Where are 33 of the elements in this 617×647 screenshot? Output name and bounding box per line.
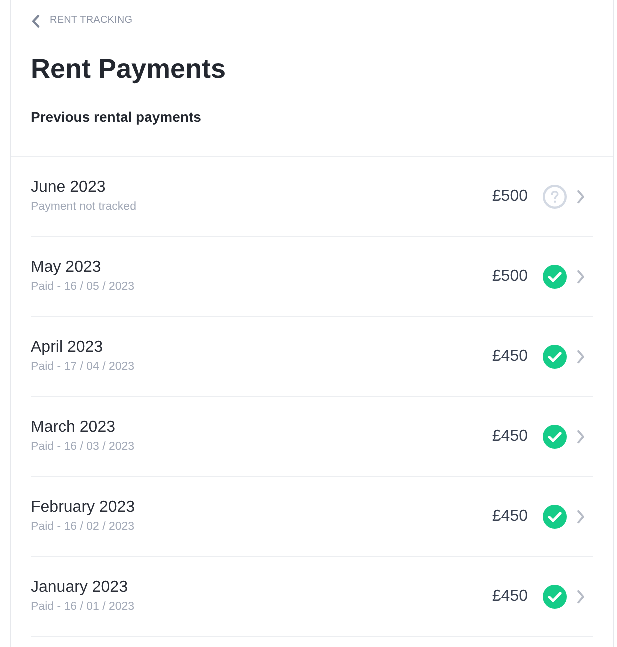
amount-label: £450 [492, 506, 528, 526]
chevron-right-icon [577, 190, 585, 204]
payment-row[interactable]: March 2023 Paid - 16 / 03 / 2023 £450 [31, 397, 593, 477]
payment-detail: Paid - 16 / 05 / 2023 [31, 280, 135, 294]
payment-detail: Paid - 17 / 04 / 2023 [31, 360, 135, 374]
chevron-right-icon [577, 590, 585, 604]
chevron-right-icon [577, 350, 585, 364]
payment-row[interactable]: January 2023 Paid - 16 / 01 / 2023 £450 [31, 557, 593, 637]
back-chevron-icon[interactable] [32, 14, 40, 28]
amount-label: £500 [492, 186, 528, 206]
month-label: March 2023 [31, 418, 116, 438]
payment-row[interactable]: February 2023 Paid - 16 / 02 / 2023 £450 [31, 477, 593, 557]
payment-row[interactable]: April 2023 Paid - 17 / 04 / 2023 £450 [31, 317, 593, 397]
payment-detail: Paid - 16 / 03 / 2023 [31, 440, 135, 454]
amount-label: £500 [492, 266, 528, 286]
amount-label: £450 [492, 346, 528, 366]
month-label: June 2023 [31, 178, 106, 198]
payment-row[interactable]: June 2023 Payment not tracked £500 [31, 157, 593, 237]
payment-detail: Paid - 16 / 02 / 2023 [31, 520, 135, 534]
payment-row[interactable]: May 2023 Paid - 16 / 05 / 2023 £500 [31, 237, 593, 317]
amount-label: £450 [492, 426, 528, 446]
chevron-right-icon [577, 510, 585, 524]
payment-detail: Payment not tracked [31, 200, 136, 214]
chevron-right-icon [577, 270, 585, 284]
page-title: Rent Payments [31, 53, 228, 86]
payment-detail: Paid - 16 / 01 / 2023 [31, 600, 135, 614]
chevron-right-icon [577, 430, 585, 444]
section-heading: Previous rental payments [31, 108, 202, 126]
month-label: January 2023 [31, 578, 128, 598]
amount-label: £450 [492, 586, 528, 606]
month-label: April 2023 [31, 338, 104, 358]
month-label: February 2023 [31, 498, 136, 518]
month-label: May 2023 [31, 258, 102, 278]
